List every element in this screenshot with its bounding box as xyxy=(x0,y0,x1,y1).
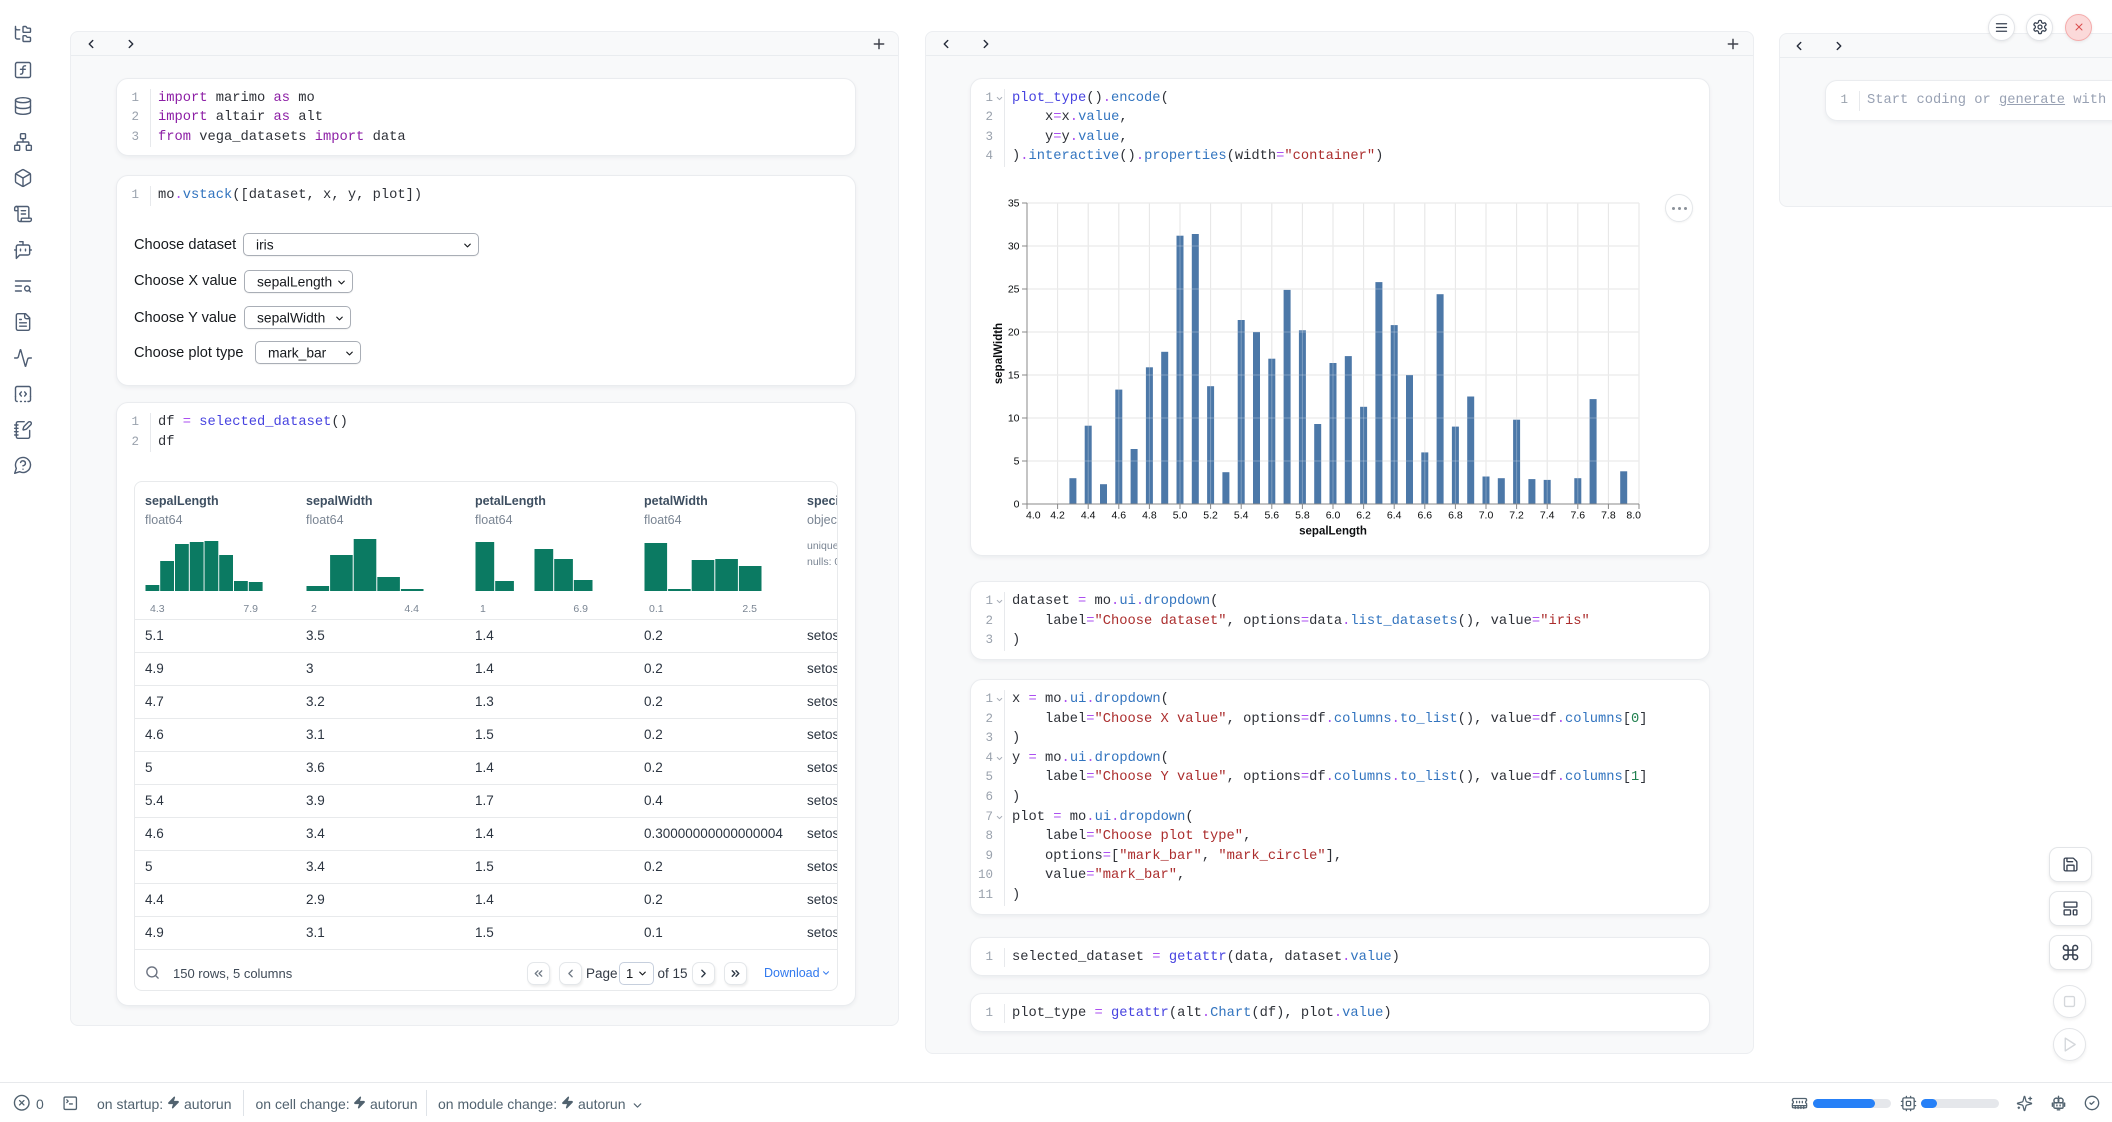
svg-text:7.8: 7.8 xyxy=(1601,509,1616,521)
svg-text:6.6: 6.6 xyxy=(1417,509,1432,521)
svg-text:30: 30 xyxy=(1008,240,1020,252)
svg-text:5.6: 5.6 xyxy=(1264,509,1279,521)
svg-text:4.2: 4.2 xyxy=(1050,509,1065,521)
svg-text:35: 35 xyxy=(1008,197,1020,209)
svg-text:7.4: 7.4 xyxy=(1540,509,1555,521)
svg-text:5.8: 5.8 xyxy=(1295,509,1310,521)
svg-text:15: 15 xyxy=(1008,369,1020,381)
svg-text:20: 20 xyxy=(1008,326,1020,338)
svg-text:0: 0 xyxy=(1014,498,1020,510)
svg-text:5: 5 xyxy=(1014,455,1020,467)
svg-text:7.6: 7.6 xyxy=(1570,509,1585,521)
svg-text:8.0: 8.0 xyxy=(1626,509,1641,521)
svg-text:sepalWidth: sepalWidth xyxy=(993,322,1005,383)
svg-text:4.4: 4.4 xyxy=(1081,509,1096,521)
svg-text:4.0: 4.0 xyxy=(1026,509,1041,521)
svg-text:6.8: 6.8 xyxy=(1448,509,1463,521)
svg-text:5.0: 5.0 xyxy=(1173,509,1188,521)
svg-text:10: 10 xyxy=(1008,412,1020,424)
svg-text:6.0: 6.0 xyxy=(1326,509,1341,521)
svg-text:5.2: 5.2 xyxy=(1203,509,1218,521)
svg-text:4.6: 4.6 xyxy=(1111,509,1126,521)
svg-text:5.4: 5.4 xyxy=(1234,509,1249,521)
svg-text:sepalLength: sepalLength xyxy=(1299,525,1367,537)
svg-text:7.2: 7.2 xyxy=(1509,509,1524,521)
svg-text:7.0: 7.0 xyxy=(1479,509,1494,521)
svg-text:6.4: 6.4 xyxy=(1387,509,1402,521)
svg-text:6.2: 6.2 xyxy=(1356,509,1371,521)
svg-text:25: 25 xyxy=(1008,283,1020,295)
svg-text:4.8: 4.8 xyxy=(1142,509,1157,521)
